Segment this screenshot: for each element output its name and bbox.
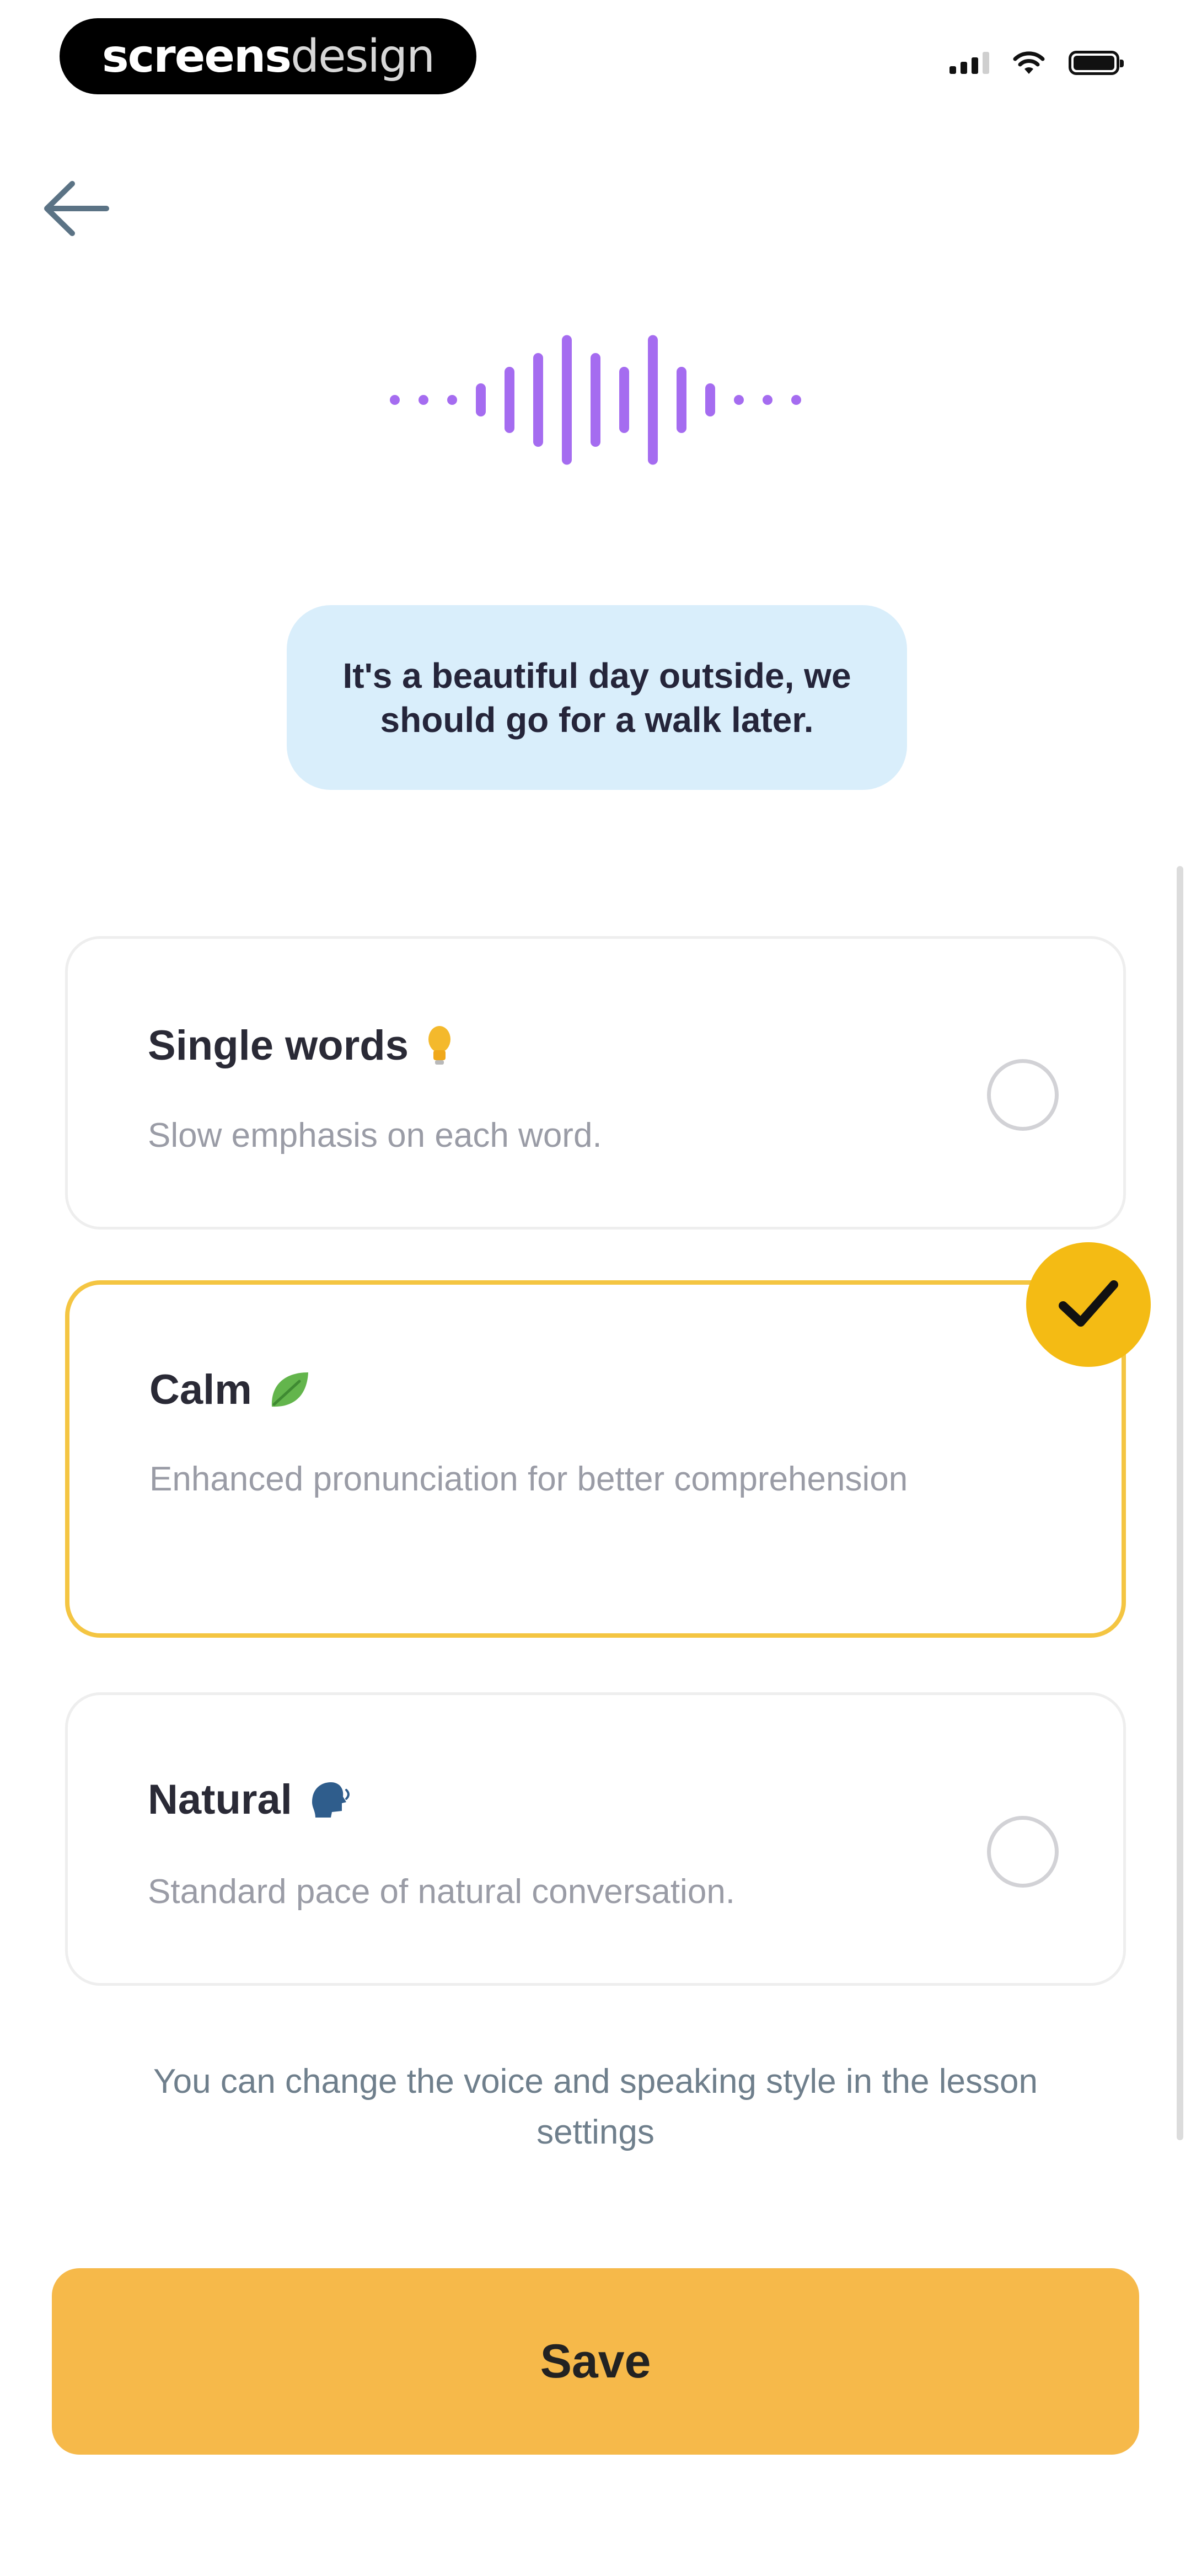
waveform-bar bbox=[505, 367, 514, 433]
waveform-dot bbox=[734, 395, 744, 405]
waveform-dot bbox=[447, 395, 457, 405]
status-icons bbox=[949, 51, 1124, 75]
brand-logo-light: design bbox=[291, 30, 435, 83]
waveform-bar bbox=[476, 383, 486, 416]
radio-unselected[interactable] bbox=[987, 1816, 1059, 1888]
waveform-bar bbox=[705, 383, 715, 416]
option-description: Standard pace of natural conversation. bbox=[148, 1873, 736, 1911]
scroll-indicator[interactable] bbox=[1177, 866, 1183, 2140]
waveform-dot bbox=[763, 395, 772, 405]
option-title-row: Natural bbox=[148, 1776, 353, 1824]
option-card-single-words[interactable]: Single words Slow emphasis on each word. bbox=[65, 936, 1126, 1230]
option-title: Single words bbox=[148, 1022, 409, 1069]
waveform-dot bbox=[419, 395, 428, 405]
waveform-bar bbox=[619, 367, 629, 433]
back-button[interactable] bbox=[36, 175, 116, 242]
leaf-icon bbox=[271, 1372, 308, 1407]
settings-hint: You can change the voice and speaking st… bbox=[153, 2062, 1038, 2151]
option-title: Calm bbox=[149, 1366, 252, 1413]
sample-sentence-bubble: It's a beautiful day outside, we should … bbox=[287, 605, 907, 790]
wifi-icon bbox=[1012, 51, 1045, 75]
brand-logo: screens design bbox=[60, 18, 476, 94]
waveform-bar bbox=[591, 353, 600, 447]
speaking-head-icon bbox=[312, 1782, 350, 1818]
cellular-signal-icon bbox=[949, 52, 989, 74]
option-description: Slow emphasis on each word. bbox=[148, 1116, 602, 1155]
audio-waveform-icon bbox=[390, 335, 801, 465]
status-bar: screens design bbox=[0, 0, 1191, 116]
waveform-dot bbox=[390, 395, 400, 405]
option-card-natural[interactable]: Natural Standard pace of natural convers… bbox=[65, 1692, 1126, 1986]
lightbulb-icon bbox=[428, 1025, 450, 1065]
selected-check-badge bbox=[1026, 1242, 1151, 1367]
waveform-bar bbox=[562, 335, 572, 465]
battery-icon bbox=[1069, 51, 1124, 75]
waveform-bar bbox=[648, 335, 658, 465]
option-title: Natural bbox=[148, 1776, 292, 1823]
checkmark-icon bbox=[1059, 1280, 1118, 1327]
brand-logo-bold: screens bbox=[101, 30, 292, 83]
option-card-calm[interactable]: Calm Enhanced pronunciation for better c… bbox=[65, 1280, 1126, 1638]
option-description: Enhanced pronunciation for better compre… bbox=[149, 1460, 908, 1498]
save-button[interactable]: Save bbox=[52, 2268, 1139, 2455]
radio-unselected[interactable] bbox=[987, 1059, 1059, 1131]
option-title-row: Calm bbox=[149, 1366, 312, 1414]
option-title-row: Single words bbox=[148, 1022, 455, 1070]
arrow-left-icon bbox=[44, 181, 109, 236]
waveform-bar bbox=[533, 353, 543, 447]
waveform-bar bbox=[677, 367, 686, 433]
waveform-dot bbox=[791, 395, 801, 405]
